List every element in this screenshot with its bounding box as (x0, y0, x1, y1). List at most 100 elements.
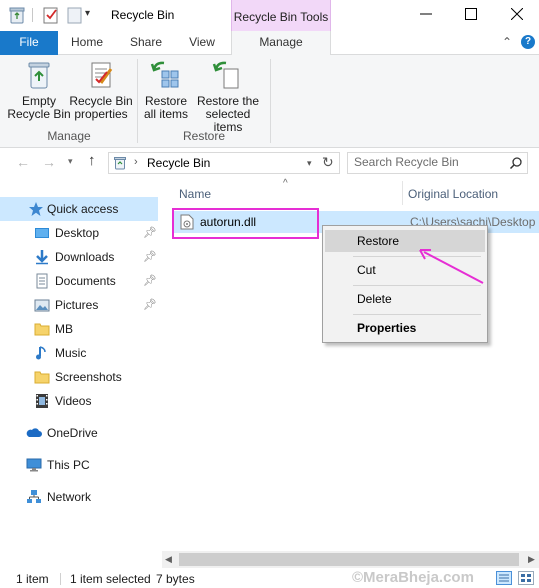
large-icons-view-icon[interactable] (518, 571, 534, 585)
menu-item-label: Delete (357, 292, 392, 306)
scroll-right-icon[interactable]: ▶ (528, 554, 535, 565)
quick-access-separator (32, 8, 33, 22)
menu-separator (353, 256, 481, 257)
nav-item-pictures[interactable]: Pictures 📌︎ (0, 293, 158, 317)
ribbon-group-manage-label: Manage (47, 129, 91, 143)
highlight-annotation-box (172, 208, 319, 239)
address-bar[interactable]: › Recycle Bin ▾ ↻ (108, 152, 340, 174)
contextual-tab-group: Recycle Bin Tools (231, 0, 331, 31)
menu-item-delete[interactable]: Delete (325, 288, 485, 310)
recycle-bin-small-icon (113, 156, 127, 170)
up-arrow-icon[interactable]: ↑ (88, 152, 96, 169)
pin-icon[interactable]: 📌︎ (143, 274, 157, 287)
nav-item-screenshots[interactable]: Screenshots (0, 365, 158, 389)
breadcrumb-chevron-icon[interactable]: › (134, 156, 138, 168)
tab-share[interactable]: Share (121, 31, 171, 55)
sort-ascending-icon: ^ (283, 178, 288, 189)
new-folder-icon[interactable] (66, 6, 84, 24)
downloads-folder-icon (34, 249, 50, 265)
nav-onedrive[interactable]: OneDrive (0, 421, 158, 445)
status-selected-count: 1 item selected (70, 572, 151, 586)
watermark: ©MeraBheja.com (352, 569, 474, 586)
menu-item-properties[interactable]: Properties (325, 317, 485, 339)
empty-recycle-bin-icon (23, 59, 55, 91)
nav-item-label: Desktop (55, 226, 100, 240)
column-header-name[interactable]: Name (179, 187, 211, 201)
nav-quick-access[interactable]: Quick access (0, 197, 158, 221)
recycle-bin-app-icon[interactable] (8, 6, 26, 24)
nav-item-label: MB (55, 322, 73, 336)
close-button[interactable] (502, 3, 532, 25)
menu-item-restore[interactable]: Restore (325, 230, 485, 252)
recycle-bin-properties-button[interactable]: Recycle Bin properties (68, 59, 134, 127)
status-bar: 1 item 1 item selected 7 bytes ©MeraBhej… (0, 568, 539, 588)
documents-folder-icon (34, 273, 50, 289)
pin-icon[interactable]: 📌︎ (143, 250, 157, 263)
customize-toolbar-chevron-icon[interactable]: ▾ (85, 8, 103, 26)
network-icon (26, 489, 42, 505)
nav-item-documents[interactable]: Documents 📌︎ (0, 269, 158, 293)
restore-all-items-button[interactable]: Restore all items (138, 59, 194, 127)
back-arrow-icon[interactable]: ← (16, 154, 30, 170)
tab-manage[interactable]: Manage (231, 31, 331, 56)
nav-item-label: Music (55, 346, 87, 360)
minimize-button[interactable] (411, 3, 441, 25)
menu-item-cut[interactable]: Cut (325, 259, 485, 281)
title-bar: ▾ Recycle Bin Recycle Bin Tools (0, 0, 539, 31)
recent-locations-chevron-icon[interactable]: ▾ (68, 156, 73, 167)
nav-item-mb[interactable]: MB (0, 317, 158, 341)
menu-item-label: Properties (357, 321, 417, 335)
ribbon-panel: Empty Recycle Bin Recycle Bin properties… (0, 55, 539, 148)
nav-item-label: Videos (55, 394, 92, 408)
nav-item-desktop[interactable]: Desktop 📌︎ (0, 221, 158, 245)
maximize-button[interactable] (456, 3, 486, 25)
ribbon-group-restore-label: Restore (182, 129, 226, 143)
pictures-folder-icon (34, 297, 50, 313)
nav-item-music[interactable]: Music (0, 341, 158, 365)
refresh-icon[interactable]: ↻ (322, 154, 334, 171)
status-selection-size: 7 bytes (156, 572, 195, 586)
recycle-bin-properties-label: Recycle Bin properties (69, 94, 133, 121)
nav-item-label: OneDrive (47, 426, 98, 440)
tab-file[interactable]: File (0, 31, 58, 55)
pin-icon[interactable]: 📌︎ (143, 226, 157, 239)
address-history-chevron-icon[interactable]: ▾ (307, 158, 312, 169)
nav-network[interactable]: Network (0, 485, 158, 509)
nav-item-videos[interactable]: Videos (0, 389, 158, 413)
collapse-ribbon-icon[interactable]: ⌃ (502, 35, 512, 49)
navigation-bar: ← → ▾ ↑ › Recycle Bin ▾ ↻ (0, 148, 539, 179)
search-box[interactable] (347, 152, 528, 174)
breadcrumb-location[interactable]: Recycle Bin (147, 156, 210, 170)
scrollbar-thumb[interactable] (179, 553, 519, 566)
scroll-left-icon[interactable]: ◀ (165, 554, 172, 565)
horizontal-scrollbar[interactable]: ◀ ▶ (162, 551, 539, 568)
nav-item-label: Screenshots (55, 370, 122, 384)
properties-sheet-icon (85, 59, 117, 91)
restore-all-items-icon (150, 59, 182, 91)
forward-arrow-icon[interactable]: → (42, 154, 56, 170)
menu-item-label: Cut (357, 263, 376, 277)
status-item-count: 1 item (16, 572, 49, 586)
tab-home[interactable]: Home (62, 31, 112, 55)
nav-item-downloads[interactable]: Downloads 📌︎ (0, 245, 158, 269)
restore-selected-items-icon (212, 59, 244, 91)
properties-icon[interactable] (42, 6, 60, 24)
onedrive-cloud-icon (26, 425, 42, 441)
search-icon[interactable] (509, 156, 523, 173)
details-view-icon[interactable] (496, 571, 512, 585)
search-input[interactable] (354, 155, 504, 169)
nav-item-label: Documents (55, 274, 116, 288)
pin-icon[interactable]: 📌︎ (143, 298, 157, 311)
column-header-row: ^ Name Original Location (162, 178, 539, 207)
tab-view[interactable]: View (178, 31, 226, 55)
folder-icon (34, 321, 50, 337)
nav-this-pc[interactable]: This PC (0, 453, 158, 477)
nav-item-label: Downloads (55, 250, 115, 264)
help-icon[interactable]: ? (521, 35, 535, 49)
desktop-folder-icon (34, 225, 50, 241)
restore-selected-items-button[interactable]: Restore the selected items (190, 59, 266, 134)
column-header-original-location[interactable]: Original Location (408, 187, 498, 201)
empty-recycle-bin-label: Empty Recycle Bin (7, 94, 71, 121)
column-divider[interactable] (402, 181, 403, 205)
empty-recycle-bin-button[interactable]: Empty Recycle Bin (6, 59, 72, 127)
